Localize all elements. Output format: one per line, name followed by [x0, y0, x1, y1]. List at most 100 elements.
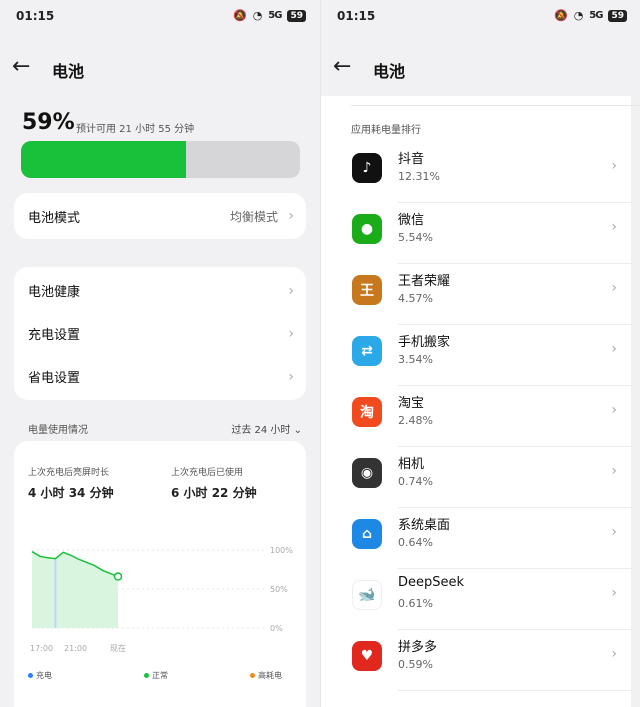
mute-icon: 🔕	[553, 9, 568, 22]
app-name: 手机搬家	[398, 335, 451, 350]
screen-time-label: 上次充电后亮屏时长	[28, 468, 110, 478]
app-usage-percent: 0.61%	[398, 597, 433, 610]
usage-range-dropdown[interactable]: 过去 24 小时 ⌄	[231, 421, 302, 436]
camera-icon: ◉	[352, 458, 382, 488]
page-title: 电池	[52, 62, 85, 81]
wechat-icon: ●	[352, 214, 382, 244]
app-row[interactable]: ⌂ 系统桌面 0.64% ›	[321, 508, 631, 569]
legend-dot	[28, 673, 33, 678]
taobao-icon: 淘	[352, 397, 382, 427]
douyin-icon: ♪	[352, 153, 382, 183]
screen: 01:15 🔕 ◔ 5G 59 ← 电池 59% 预计可用 21 小时 55 分…	[0, 0, 640, 707]
chevron-right-icon: ›	[611, 280, 617, 296]
app-name: 系统桌面	[398, 518, 451, 533]
usage-range-label: 过去 24 小时	[231, 425, 291, 436]
legend-label: 充电	[36, 671, 52, 680]
app-row[interactable]: ♪ 抖音 12.31% ›	[321, 142, 631, 203]
app-usage-panel: 01:15 🔕 ◔ 5G 59 ← 电池 应用耗电量排行 ♪ 抖音 12.31% › ●…	[320, 0, 640, 707]
battery-status-icon: 59	[287, 9, 306, 22]
app-name: 淘宝	[398, 396, 425, 411]
back-arrow-icon[interactable]: ←	[12, 54, 40, 82]
app-row[interactable]: ◉ 相机 0.74% ›	[321, 447, 631, 508]
x-tick-label: 21:00	[64, 644, 87, 653]
usage-area	[32, 551, 118, 628]
battery-mode-label: 电池模式	[28, 210, 81, 226]
battery-usage-chart: 100% 50% 0% 17:00 21:00 现在	[30, 546, 293, 653]
legend-dot	[144, 673, 149, 678]
wifi-icon: ◔	[252, 9, 263, 22]
app-name: 拼多多	[398, 640, 438, 655]
legend-charging: 充电	[28, 670, 52, 681]
chevron-right-icon: ›	[611, 341, 617, 357]
phone-clone-icon: ⇄	[352, 336, 382, 366]
battery-settings-card: 电池健康 › 充电设置 › 省电设置 ›	[14, 267, 306, 400]
chevron-right-icon: ›	[611, 646, 617, 662]
app-row[interactable]: 王 王者荣耀 4.57% ›	[321, 264, 631, 325]
app-usage-percent: 0.74%	[398, 475, 433, 488]
wifi-icon: ◔	[573, 9, 584, 22]
status-bar: 01:15 🔕 ◔ 5G 59	[321, 0, 640, 34]
legend-normal: 正常	[144, 670, 168, 681]
chevron-right-icon: ›	[611, 585, 617, 601]
app-ranking-section-label: 应用耗电量排行	[351, 125, 421, 136]
chevron-right-icon: ›	[611, 524, 617, 540]
settings-item-power-saving[interactable]: 省电设置 ›	[14, 355, 306, 398]
app-usage-percent: 0.64%	[398, 536, 433, 549]
usage-card: 上次充电后亮屏时长 4 小时 34 分钟 上次充电后已使用 6 小时 22 分钟…	[14, 441, 306, 707]
page-title: 电池	[373, 62, 406, 81]
app-name: 王者荣耀	[398, 274, 451, 289]
battery-mode-card[interactable]: 电池模式 均衡模式 ›	[14, 193, 306, 239]
settings-item-battery-health[interactable]: 电池健康 ›	[14, 269, 306, 312]
status-icons: 🔕 ◔ 5G 59	[233, 9, 306, 22]
pinduoduo-icon: ♥	[352, 641, 382, 671]
y-tick-label: 100%	[270, 546, 293, 555]
app-usage-percent: 3.54%	[398, 353, 433, 366]
legend-label: 高耗电	[258, 671, 282, 680]
screen-time-value: 4 小时 34 分钟	[28, 486, 114, 500]
settings-item-label: 充电设置	[28, 328, 81, 343]
chevron-right-icon: ›	[611, 463, 617, 479]
chevron-right-icon: ›	[611, 402, 617, 418]
battery-overview-panel: 01:15 🔕 ◔ 5G 59 ← 电池 59% 预计可用 21 小时 55 分…	[0, 0, 320, 707]
chevron-right-icon: ›	[611, 219, 617, 235]
current-level-point	[113, 572, 123, 581]
settings-item-charging[interactable]: 充电设置 ›	[14, 312, 306, 355]
app-usage-percent: 12.31%	[398, 170, 440, 183]
battery-estimate: 预计可用 21 小时 55 分钟	[76, 124, 195, 135]
settings-item-label: 省电设置	[28, 371, 81, 386]
chevron-down-icon: ⌄	[293, 425, 302, 436]
app-row[interactable]: 🐋 DeepSeek 0.61% ›	[321, 569, 631, 630]
chevron-right-icon: ›	[611, 158, 617, 174]
app-row[interactable]: ● 微信 5.54% ›	[321, 203, 631, 264]
deepseek-icon: 🐋	[352, 580, 382, 610]
usage-since-charge-label: 上次充电后已使用	[171, 468, 244, 478]
app-row[interactable]: ⇄ 手机搬家 3.54% ›	[321, 325, 631, 386]
mute-icon: 🔕	[232, 9, 247, 22]
x-tick-label: 17:00	[30, 644, 53, 653]
page-header: ← 电池	[0, 50, 320, 86]
app-usage-percent: 5.54%	[398, 231, 433, 244]
system-launcher-icon: ⌂	[352, 519, 382, 549]
back-arrow-icon[interactable]: ←	[333, 54, 361, 82]
legend-label: 正常	[152, 671, 168, 680]
legend-dot	[250, 673, 255, 678]
chevron-right-icon: ›	[288, 282, 294, 299]
app-name: 相机	[398, 457, 425, 472]
app-usage-percent: 0.59%	[398, 658, 433, 671]
app-row[interactable]: ♥ 拼多多 0.59% ›	[321, 630, 631, 691]
battery-level-bar	[21, 141, 300, 178]
status-time: 01:15	[16, 9, 55, 23]
app-row[interactable]: 淘 淘宝 2.48% ›	[321, 386, 631, 447]
battery-level-fill	[21, 141, 186, 178]
chevron-right-icon: ›	[288, 368, 294, 385]
usage-since-charge-value: 6 小时 22 分钟	[171, 486, 257, 500]
signal-icon: 5G	[268, 10, 282, 21]
status-bar: 01:15 🔕 ◔ 5G 59	[0, 0, 320, 34]
page-header: ← 电池	[321, 50, 640, 86]
battery-mode-row[interactable]: 电池模式 均衡模式 ›	[14, 193, 306, 239]
legend-high-drain: 高耗电	[250, 670, 282, 681]
chevron-right-icon: ›	[288, 208, 294, 224]
charge-band	[54, 558, 57, 628]
battery-status-icon: 59	[608, 9, 627, 22]
status-icons: 🔕 ◔ 5G 59	[554, 9, 627, 22]
